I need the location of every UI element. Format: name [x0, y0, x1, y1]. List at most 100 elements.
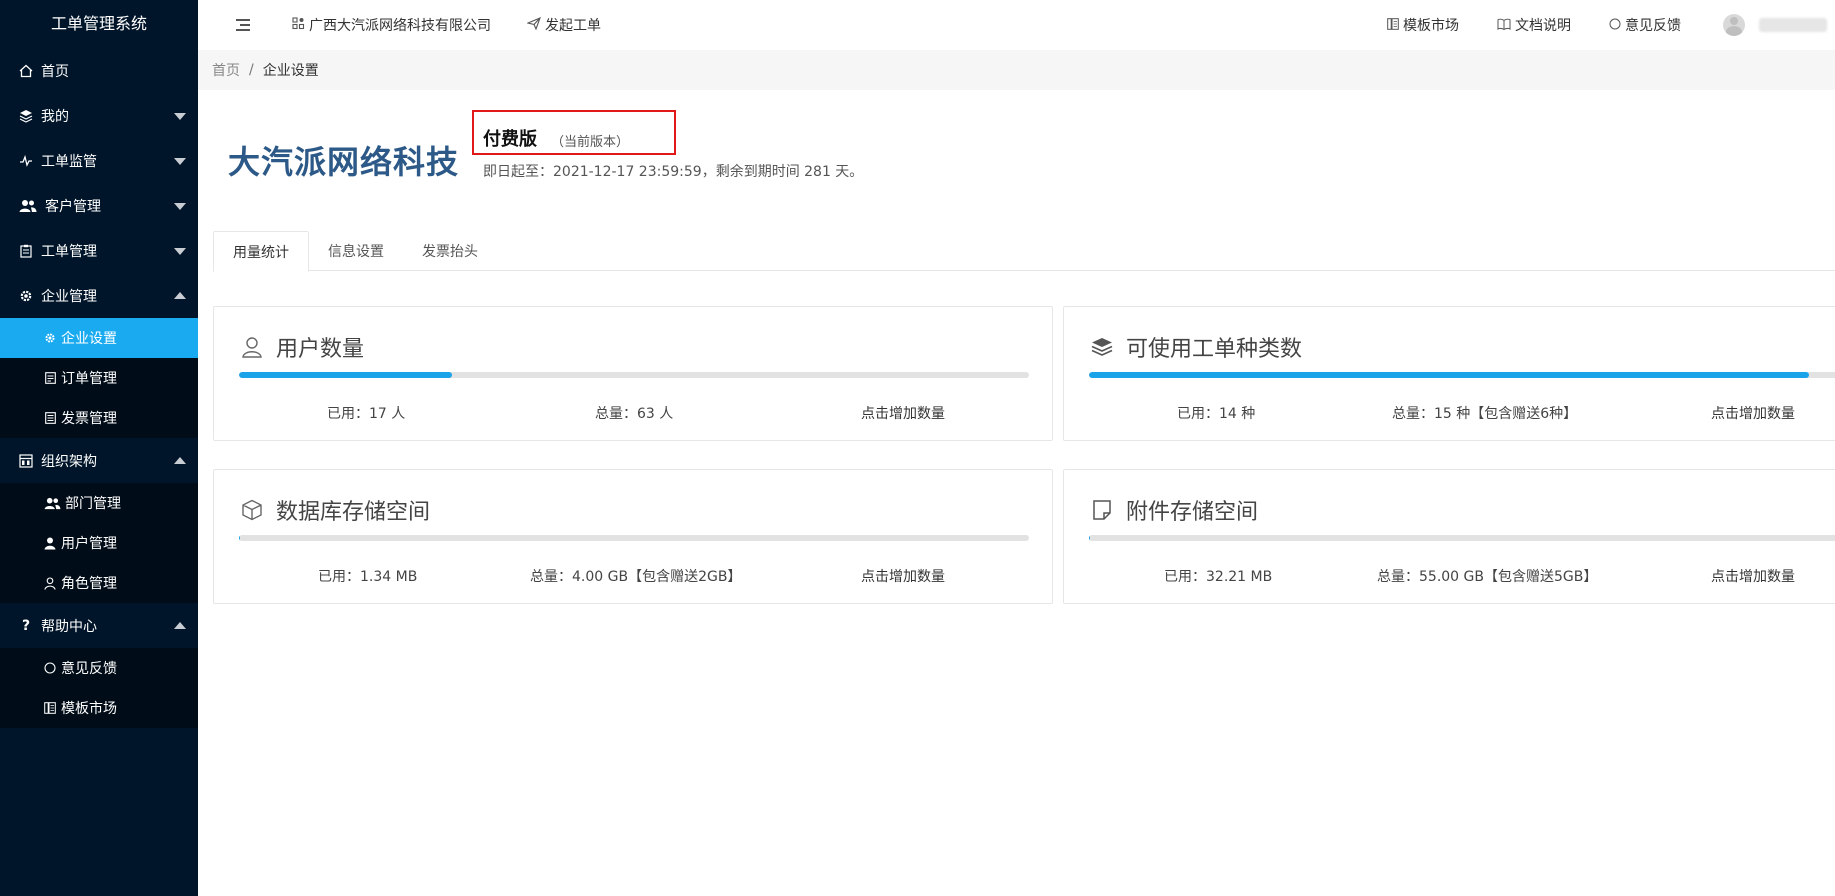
template-market-link[interactable]: 模板市场: [1387, 15, 1459, 35]
used-stat: 已用：32.21 MB: [1164, 569, 1273, 585]
card-title-text: 数据库存储空间: [276, 500, 431, 525]
menu-item-label: 客户管理: [45, 198, 101, 215]
users-icon: [43, 497, 61, 510]
menu-item-label: 工单管理: [41, 243, 97, 260]
start-order-button[interactable]: 发起工单: [526, 15, 601, 35]
feedback-label: 意见反馈: [1625, 18, 1681, 34]
card-order-types: 可使用工单种类数 已用：14 种 总量：15 种【包含赠送6种】 点击增加数量: [1063, 306, 1835, 441]
user-outline-icon: [43, 576, 57, 590]
usage-progress-bar: [239, 372, 1029, 378]
submenu-item-feedback[interactable]: 意见反馈: [0, 648, 198, 688]
chat-bubble-icon: [43, 662, 57, 674]
add-quantity-link[interactable]: 点击增加数量: [861, 403, 945, 423]
used-stat: 已用：17 人: [327, 406, 406, 422]
tab-info-settings[interactable]: 信息设置: [309, 231, 403, 271]
submenu-item-users[interactable]: 用户管理: [0, 523, 198, 563]
book-icon: [1497, 18, 1511, 33]
submenu-item-label: 模板市场: [61, 701, 117, 717]
send-icon: [526, 17, 541, 33]
submenu-org: 部门管理 用户管理 角色管理: [0, 483, 198, 603]
menu-item-help[interactable]: ? 帮助中心: [0, 603, 198, 648]
submenu-item-departments[interactable]: 部门管理: [0, 483, 198, 523]
header-right: 模板市场 文档说明 意见反馈: [1349, 0, 1835, 50]
tab-usage-stats[interactable]: 用量统计: [213, 231, 309, 272]
expiry-info: 即日起至：2021-12-17 23:59:59，剩余到期时间 281 天。: [483, 164, 864, 180]
submenu-item-label: 角色管理: [61, 576, 117, 592]
app-root: 工单管理系统 首页 我的 工单监管 客户管理 工单管理 企业管理 企业设置 订单…: [0, 0, 1835, 896]
invoice-icon: [43, 412, 57, 424]
company-name-header: 广西大汽派网络科技有限公司: [309, 18, 491, 34]
submenu-item-invoices[interactable]: 发票管理: [0, 398, 198, 438]
gear-icon: [18, 288, 34, 304]
file-icon: [1090, 498, 1114, 522]
card-attachment-storage: 附件存储空间 已用：32.21 MB 总量：55.00 GB【包含赠送5GB】 …: [1063, 469, 1835, 604]
layers-icon: [18, 108, 34, 124]
company-switcher[interactable]: 广西大汽派网络科技有限公司: [292, 15, 491, 35]
submenu-enterprise: 企业设置 订单管理 发票管理: [0, 318, 198, 438]
menu-item-enterprise[interactable]: 企业管理: [0, 273, 198, 318]
docs-link[interactable]: 文档说明: [1497, 15, 1571, 35]
total-stat: 总量：63 人: [595, 406, 674, 422]
menu-item-label: 组织架构: [41, 453, 97, 470]
menu-item-label: 企业管理: [41, 288, 97, 305]
card-title: 数据库存储空间: [240, 494, 430, 526]
menu-toggle-icon[interactable]: [236, 19, 252, 31]
template-icon: [1387, 17, 1399, 33]
version-note: （当前版本）: [551, 135, 630, 150]
template-icon: [43, 702, 57, 714]
menu-item-label: 我的: [41, 108, 69, 125]
submenu-item-label: 企业设置: [61, 331, 117, 347]
menu-item-label: 首页: [41, 63, 69, 80]
usage-progress-bar: [1089, 372, 1835, 378]
chevron-down-icon: [174, 247, 186, 255]
start-order-label: 发起工单: [545, 18, 601, 34]
menu-item-workorder[interactable]: 工单管理: [0, 228, 198, 273]
submenu-item-label: 用户管理: [61, 536, 117, 552]
usage-progress-bar: [1089, 535, 1835, 541]
submenu-item-roles[interactable]: 角色管理: [0, 563, 198, 603]
submenu-item-label: 意见反馈: [61, 661, 117, 677]
tab-invoice-title[interactable]: 发票抬头: [403, 231, 497, 271]
chevron-up-icon: [174, 621, 186, 629]
avatar[interactable]: [1723, 14, 1745, 36]
username-blurred[interactable]: [1759, 18, 1827, 32]
menu-item-home[interactable]: 首页: [0, 48, 198, 93]
total-stat: 总量：4.00 GB【包含赠送2GB】: [530, 569, 742, 585]
menu-item-label: 工单监管: [41, 153, 97, 170]
breadcrumb-separator: /: [249, 62, 254, 78]
top-header: 广西大汽派网络科技有限公司 发起工单 模板市场 文档说明 意见反馈: [198, 0, 1835, 50]
used-stat: 已用：14 种: [1177, 406, 1256, 422]
menu-item-customer[interactable]: 客户管理: [0, 183, 198, 228]
breadcrumb: 首页 / 企业设置: [198, 50, 1835, 90]
pulse-icon: [18, 153, 34, 169]
gear-icon: [43, 332, 57, 344]
card-title-text: 附件存储空间: [1126, 500, 1259, 525]
used-stat: 已用：1.34 MB: [318, 569, 418, 585]
menu-item-label: 帮助中心: [41, 618, 97, 635]
breadcrumb-home[interactable]: 首页: [212, 60, 240, 80]
menu-item-monitor[interactable]: 工单监管: [0, 138, 198, 183]
menu-item-org[interactable]: 组织架构: [0, 438, 198, 483]
submenu-item-orders[interactable]: 订单管理: [0, 358, 198, 398]
version-label: 付费版: [483, 129, 537, 150]
menu-item-mine[interactable]: 我的: [0, 93, 198, 138]
progress-fill: [1089, 372, 1810, 378]
add-quantity-link[interactable]: 点击增加数量: [1711, 403, 1795, 423]
template-market-label: 模板市场: [1403, 18, 1459, 34]
feedback-link[interactable]: 意见反馈: [1609, 15, 1681, 35]
submenu-item-template-market[interactable]: 模板市场: [0, 688, 198, 728]
user-icon: [43, 537, 57, 550]
add-quantity-link[interactable]: 点击增加数量: [861, 566, 945, 586]
org-chart-icon: [18, 453, 34, 469]
card-title: 可使用工单种类数: [1090, 331, 1302, 363]
app-brand: 工单管理系统: [50, 14, 147, 33]
add-quantity-link[interactable]: 点击增加数量: [1711, 566, 1795, 586]
chevron-down-icon: [174, 157, 186, 165]
submenu-help: 意见反馈 模板市场: [0, 648, 198, 728]
submenu-item-label: 部门管理: [65, 496, 121, 512]
layers-icon: [1090, 335, 1114, 359]
chevron-up-icon: [174, 291, 186, 299]
submenu-item-enterprise-settings[interactable]: 企业设置: [0, 318, 198, 358]
chevron-down-icon: [174, 202, 186, 210]
document-icon: [43, 372, 57, 384]
